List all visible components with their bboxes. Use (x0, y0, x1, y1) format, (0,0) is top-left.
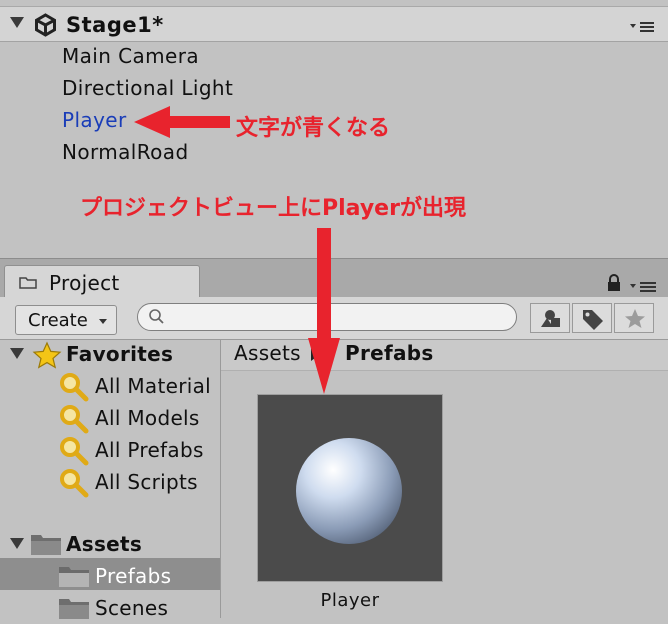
scene-name: Stage1* (66, 13, 164, 37)
save-search-button[interactable] (614, 303, 654, 333)
lock-icon[interactable] (606, 274, 622, 292)
hierarchy-item-directional-light[interactable]: Directional Light (62, 74, 233, 102)
tag-icon (583, 310, 603, 330)
fold-arrow-icon[interactable] (10, 17, 24, 28)
annotation-arrow-down (308, 228, 340, 394)
sphere-preview-icon (296, 438, 402, 544)
unity-logo-icon (35, 13, 56, 37)
tree-assets[interactable]: Assets (66, 528, 142, 560)
annotation-arrow-left (134, 106, 230, 138)
folder-icon (59, 567, 89, 587)
breadcrumb-assets[interactable]: Assets (234, 341, 301, 365)
folder-icon (31, 535, 61, 555)
shapes-icon (541, 310, 560, 327)
fold-arrow-icon[interactable] (10, 348, 24, 359)
breadcrumb-prefabs[interactable]: Prefabs (345, 341, 434, 365)
chevron-down-icon (99, 319, 107, 324)
star-icon (625, 309, 645, 328)
search-icon (149, 309, 164, 324)
hierarchy-item-normalroad[interactable]: NormalRoad (62, 138, 189, 166)
search-filter-icon (60, 405, 89, 434)
create-button[interactable]: Create (15, 305, 117, 335)
tree-item-all-models[interactable]: All Models (95, 402, 200, 434)
tree-item-all-scripts[interactable]: All Scripts (95, 466, 198, 498)
create-button-label: Create (28, 310, 88, 331)
tree-favorites[interactable]: Favorites (66, 338, 173, 370)
search-by-type-button[interactable] (530, 303, 570, 333)
tree-item-scenes[interactable]: Scenes (95, 592, 168, 624)
folder-icon (59, 599, 89, 619)
tab-project-label: Project (49, 271, 120, 295)
search-filter-icon (60, 437, 89, 466)
context-menu-icon[interactable] (630, 281, 658, 293)
player-prefab-label[interactable]: Player (257, 590, 443, 611)
context-menu-icon[interactable] (630, 21, 656, 33)
hierarchy-item-player[interactable]: Player (62, 106, 127, 134)
search-filter-icon (60, 373, 89, 402)
tree-item-all-material[interactable]: All Material (95, 370, 211, 402)
fold-arrow-icon[interactable] (10, 538, 24, 549)
scene-header[interactable]: Stage1* (0, 6, 668, 42)
favorites-star-icon (32, 341, 62, 369)
player-prefab-thumbnail[interactable] (257, 394, 443, 582)
tab-project[interactable]: Project (4, 265, 200, 298)
annotation-appear-note: プロジェクトビュー上にPlayerが出現 (80, 196, 466, 221)
search-filter-icon (60, 469, 89, 498)
search-by-label-button[interactable] (572, 303, 612, 333)
tree-item-all-prefabs[interactable]: All Prefabs (95, 434, 204, 466)
tree-item-prefabs[interactable]: Prefabs (95, 560, 171, 592)
hierarchy-item-main-camera[interactable]: Main Camera (62, 42, 199, 70)
folder-tab-icon (19, 277, 37, 289)
annotation-blue-text-note: 文字が青くなる (236, 116, 391, 141)
